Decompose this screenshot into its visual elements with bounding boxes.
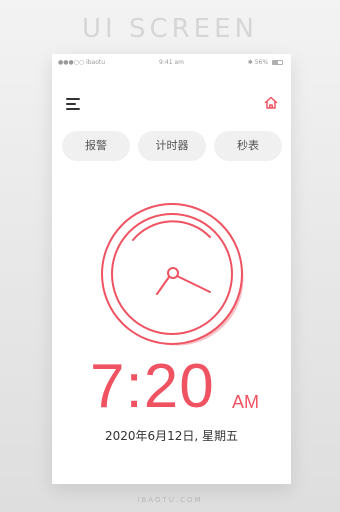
battery-icon	[272, 60, 283, 65]
date-label: 2020年6月12日, 星期五	[104, 429, 239, 443]
tab-bar: 报警 计时器 秒表	[52, 131, 291, 161]
bluetooth-icon: ✱	[247, 59, 253, 66]
home-button[interactable]	[263, 95, 279, 111]
menu-button[interactable]	[66, 98, 82, 110]
tab-timer[interactable]: 计时器	[138, 131, 206, 161]
menu-icon	[66, 98, 80, 100]
time-display: 7:20 AM	[52, 350, 291, 424]
status-right: ✱ 56%	[248, 57, 283, 69]
clock-center	[167, 267, 179, 279]
status-bar: ●●●○○ ibaotu 9:41 am ✱ 56%	[52, 57, 291, 69]
phone-screen: ●●●○○ ibaotu 9:41 am ✱ 56% 报警 计时器 秒表 7:2…	[52, 54, 291, 484]
tab-alarm[interactable]: 报警	[62, 131, 130, 161]
battery-percent: 56%	[254, 59, 269, 66]
time-period: AM	[232, 392, 259, 412]
menu-icon	[66, 108, 80, 110]
menu-icon	[66, 103, 76, 105]
banner-title: UI SCREEN	[82, 14, 258, 44]
tab-stopwatch[interactable]: 秒表	[214, 131, 282, 161]
clock-icon	[101, 203, 244, 346]
time-digits: 7:20	[90, 352, 215, 421]
home-icon	[264, 96, 278, 109]
footer-watermark: IBAOTU.COM	[137, 496, 203, 504]
